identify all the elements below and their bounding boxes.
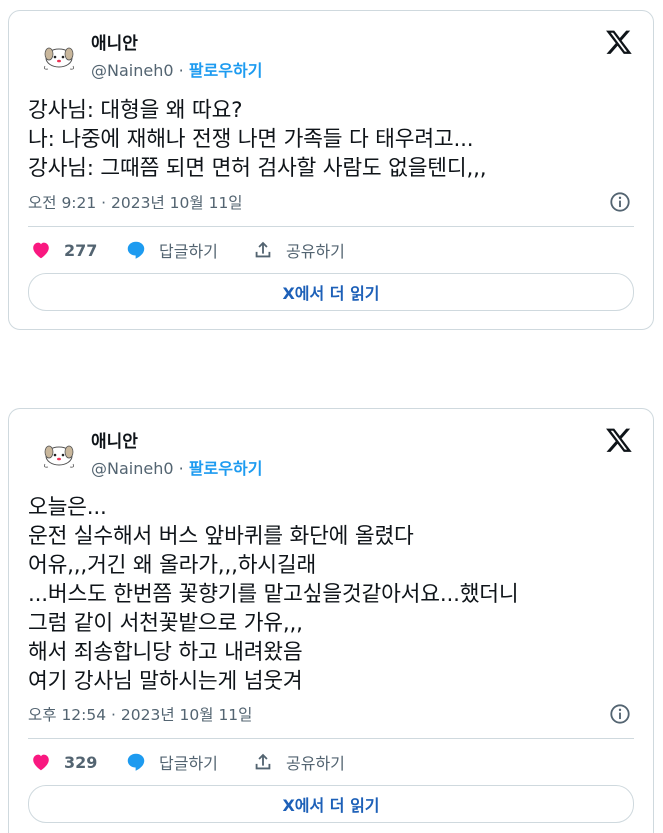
tweet-timestamp[interactable]: 오전 9:21 · 2023년 10월 11일 [28, 191, 243, 213]
handle-row: @Naineh0 · 팔로우하기 [91, 57, 262, 81]
info-icon[interactable] [609, 703, 631, 725]
follow-button[interactable]: 팔로우하기 [189, 459, 263, 478]
dot-separator: · [178, 61, 184, 80]
author-handle[interactable]: @Naineh0 [91, 459, 174, 478]
reply-label: 답글하기 [159, 754, 218, 773]
tweet-card: 애니안 @Naineh0 · 팔로우하기 오늘은... 운전 실수해서 버스 앞… [8, 408, 654, 833]
x-logo-icon[interactable] [605, 426, 633, 454]
tweet-text: 오늘은... 운전 실수해서 버스 앞바퀴를 화단에 올렸다 어유,,,거긴 왜… [28, 495, 519, 694]
heart-icon [33, 242, 49, 259]
tweet-timestamp[interactable]: 오후 12:54 · 2023년 10월 11일 [28, 703, 252, 725]
tweet-text: 강사님: 대형을 왜 따요? 나: 나중에 재해나 전쟁 나면 가족들 다 태우… [28, 98, 487, 181]
avatar-dog-icon [44, 47, 74, 70]
divider [28, 226, 634, 227]
author-name[interactable]: 애니안 [91, 427, 138, 452]
handle-row: @Naineh0 · 팔로우하기 [91, 455, 262, 479]
share-button[interactable]: 공유하기 [252, 747, 345, 777]
avatar[interactable] [39, 434, 79, 474]
like-count: 329 [64, 752, 98, 772]
share-icon [255, 753, 271, 770]
info-icon[interactable] [609, 191, 631, 213]
x-logo-icon[interactable] [605, 28, 633, 56]
author-handle[interactable]: @Naineh0 [91, 61, 174, 80]
divider [28, 738, 634, 739]
share-label: 공유하기 [286, 242, 345, 261]
heart-icon [33, 754, 49, 771]
read-more-button[interactable]: X에서 더 읽기 [28, 273, 634, 311]
share-icon [255, 241, 271, 258]
reply-bubble-icon [127, 753, 145, 771]
action-bar: 329 답글하기 공유하기 [28, 747, 634, 777]
like-count: 277 [64, 240, 98, 260]
like-button[interactable]: 277 [30, 235, 97, 265]
avatar[interactable] [39, 36, 79, 76]
like-button[interactable]: 329 [30, 747, 97, 777]
author-name[interactable]: 애니안 [91, 29, 138, 54]
share-label: 공유하기 [286, 754, 345, 773]
tweet-card: 애니안 @Naineh0 · 팔로우하기 강사님: 대형을 왜 따요? 나: 나… [8, 10, 654, 330]
dot-separator: · [178, 459, 184, 478]
read-more-button[interactable]: X에서 더 읽기 [28, 785, 634, 823]
follow-button[interactable]: 팔로우하기 [189, 61, 263, 80]
share-button[interactable]: 공유하기 [252, 235, 345, 265]
reply-label: 답글하기 [159, 242, 218, 261]
reply-button[interactable]: 답글하기 [125, 235, 218, 265]
action-bar: 277 답글하기 공유하기 [28, 235, 634, 265]
reply-bubble-icon [127, 241, 145, 259]
reply-button[interactable]: 답글하기 [125, 747, 218, 777]
avatar-dog-icon [44, 445, 74, 468]
